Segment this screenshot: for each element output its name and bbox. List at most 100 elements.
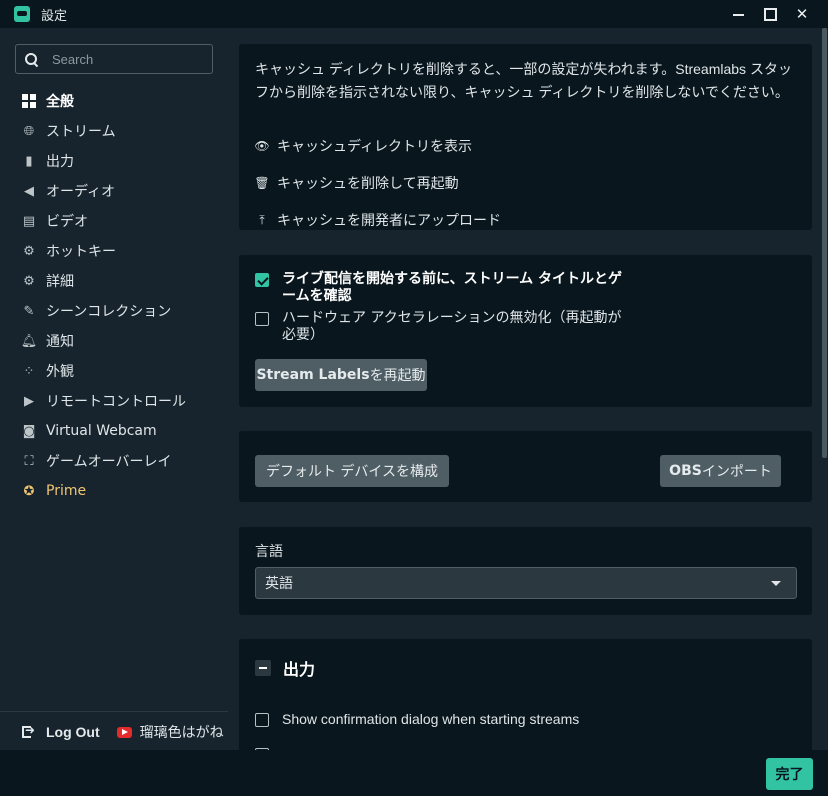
language-card: 言語 英語 xyxy=(239,527,812,615)
sidebar-item-label: 通知 xyxy=(46,334,74,350)
stream-options-card: ライブ配信を開始する前に、ストリーム タイトルとゲームを確認 ハードウェア アク… xyxy=(239,255,812,407)
sidebar-item-virtual-webcam[interactable]: ◙ Virtual Webcam xyxy=(0,416,228,446)
configure-default-devices-button[interactable]: デフォルト デバイスを構成 xyxy=(255,455,449,487)
logout-icon xyxy=(22,723,36,738)
sidebar-item-scene-collections[interactable]: ✎ シーンコレクション xyxy=(0,296,228,326)
play-circle-icon: ▶ xyxy=(24,393,34,409)
sidebar-item-label: オーディオ xyxy=(46,184,116,200)
sidebar-item-video[interactable]: ▤ ビデオ xyxy=(0,206,228,236)
obs-import-button[interactable]: OBS インポート xyxy=(660,455,781,487)
gears-icon: ⚙ xyxy=(23,273,35,289)
sidebar-item-label: 外観 xyxy=(46,364,74,380)
sidebar-item-hotkeys[interactable]: ⚙ ホットキー xyxy=(0,236,228,266)
film-icon: ▤ xyxy=(22,213,36,229)
language-select[interactable]: 英語 xyxy=(255,567,797,599)
collection-icon: ✎ xyxy=(23,303,35,319)
disable-hw-accel-checkbox[interactable] xyxy=(255,312,269,326)
sidebar-item-label: ビデオ xyxy=(46,214,88,230)
sidebar-item-label: 詳細 xyxy=(46,274,74,290)
collapse-icon xyxy=(255,660,271,676)
obs-import-prefix: OBS xyxy=(669,463,702,479)
trash-icon: 🗑︎ xyxy=(254,176,270,190)
sidebar-item-stream[interactable]: 🌐︎ ストリーム xyxy=(0,116,228,146)
language-label: 言語 xyxy=(255,544,283,560)
sidebar-footer: Log Out 瑠璃色はがね xyxy=(0,711,228,752)
upload-cache-label: キャッシュを開発者にアップロード xyxy=(277,213,501,229)
sidebar-item-label: リモートコントロール xyxy=(46,394,186,410)
sidebar-item-appearance[interactable]: ⁘ 外観 xyxy=(0,356,228,386)
maximize-button[interactable] xyxy=(754,0,786,28)
bell-icon: 🔔︎ xyxy=(20,333,38,349)
sidebar-item-label: ホットキー xyxy=(46,244,116,260)
content-scrollbar[interactable] xyxy=(821,28,828,750)
show-cache-dir-link[interactable]: 👁︎ キャッシュディレクトリを表示 xyxy=(254,136,473,156)
youtube-icon xyxy=(116,726,132,738)
sidebar-item-prime[interactable]: ✪ Prime xyxy=(0,476,228,506)
confirm-title-checkbox[interactable] xyxy=(255,273,269,287)
sidebar-item-game-overlay[interactable]: ⛶ ゲームオーバーレイ xyxy=(0,446,228,476)
upload-icon: ⤒ xyxy=(259,212,265,227)
disable-hw-accel-label: ハードウェア アクセラレーションの無効化（再起動が必要） xyxy=(282,310,622,343)
language-select-value: 英語 xyxy=(265,576,293,592)
obs-import-suffix: インポート xyxy=(701,464,772,480)
show-cache-dir-label: キャッシュディレクトリを表示 xyxy=(277,139,473,155)
sidebar-item-general[interactable]: 全般 xyxy=(0,86,228,116)
scrollbar-thumb[interactable] xyxy=(822,28,827,458)
prime-star-icon: ✪ xyxy=(23,483,35,499)
grid-icon xyxy=(22,94,36,108)
restart-stream-labels-button[interactable]: Stream Labels を再起動 xyxy=(255,359,427,391)
sidebar-item-audio[interactable]: ◀ オーディオ xyxy=(0,176,228,206)
sidebar-item-label: シーンコレクション xyxy=(46,304,172,320)
chevron-down-icon xyxy=(771,581,781,586)
upload-cache-link[interactable]: ⤒ キャッシュを開発者にアップロード xyxy=(255,210,501,230)
search-input[interactable] xyxy=(50,50,204,68)
sidebar-item-label: Prime xyxy=(46,483,87,499)
search-icon xyxy=(25,53,37,65)
confirm-title-checkbox-row[interactable]: ライブ配信を開始する前に、ストリーム タイトルとゲームを確認 xyxy=(255,271,627,305)
appearance-icon: ⁘ xyxy=(23,363,35,379)
disable-hw-accel-checkbox-row[interactable]: ハードウェア アクセラレーションの無効化（再起動が必要） xyxy=(255,310,627,344)
close-button[interactable]: ✕ xyxy=(786,0,818,28)
expand-icon: ⛶ xyxy=(24,453,34,469)
settings-content: キャッシュ ディレクトリを削除すると、一部の設定が失われます。Streamlab… xyxy=(228,28,828,750)
eye-icon: 👁︎ xyxy=(254,139,270,153)
gear-icon: ⚙ xyxy=(23,243,35,259)
restart-stream-labels-suffix: を再起動 xyxy=(369,368,426,384)
sidebar-item-notifications[interactable]: 🔔︎ 通知 xyxy=(0,326,228,356)
sidebar-item-output[interactable]: ▮ 出力 xyxy=(0,146,228,176)
restart-stream-labels-prefix: Stream Labels xyxy=(256,367,370,383)
delete-cache-restart-link[interactable]: 🗑︎ キャッシュを削除して再起動 xyxy=(254,173,459,193)
logout-button[interactable]: Log Out xyxy=(22,723,100,740)
confirm-title-label: ライブ配信を開始する前に、ストリーム タイトルとゲームを確認 xyxy=(282,271,623,304)
sidebar-item-remote-control[interactable]: ▶ リモートコントロール xyxy=(0,386,228,416)
minimize-button[interactable] xyxy=(722,0,754,28)
window-controls: ✕ xyxy=(722,0,818,28)
title-bar: 設定 ✕ xyxy=(0,0,828,28)
confirm-start-dialog-checkbox-row[interactable]: Show confirmation dialog when starting s… xyxy=(255,711,682,728)
cache-description: キャッシュ ディレクトリを削除すると、一部の設定が失われます。Streamlab… xyxy=(255,61,792,100)
logout-label: Log Out xyxy=(46,724,100,740)
sidebar-item-advanced[interactable]: ⚙ 詳細 xyxy=(0,266,228,296)
delete-cache-restart-label: キャッシュを削除して再起動 xyxy=(277,176,459,192)
sidebar-item-label: ストリーム xyxy=(46,124,116,140)
globe-icon: 🌐︎ xyxy=(23,123,35,139)
confirm-start-dialog-label: Show confirmation dialog when starting s… xyxy=(282,711,580,727)
settings-sidebar: 全般 🌐︎ ストリーム ▮ 出力 ◀ オーディオ ▤ ビデオ ⚙ ホットキー ⚙… xyxy=(0,28,228,750)
output-section-header[interactable]: 出力 xyxy=(255,656,315,680)
output-section-card: 出力 Show confirmation dialog when startin… xyxy=(239,639,812,750)
speaker-icon: ◀ xyxy=(24,183,34,199)
search-box[interactable] xyxy=(15,44,213,74)
maximize-icon xyxy=(763,7,777,21)
camera-icon: ◙ xyxy=(22,423,36,439)
settings-nav: 全般 🌐︎ ストリーム ▮ 出力 ◀ オーディオ ▤ ビデオ ⚙ ホットキー ⚙… xyxy=(0,86,228,506)
minimize-icon xyxy=(732,14,744,16)
sidebar-item-label: 出力 xyxy=(46,154,74,170)
sidebar-item-label: ゲームオーバーレイ xyxy=(46,454,172,470)
confirm-start-dialog-checkbox[interactable] xyxy=(255,713,269,727)
streamlabs-logo-icon xyxy=(14,6,30,22)
devices-card: デフォルト デバイスを構成 OBS インポート xyxy=(239,431,812,502)
close-icon: ✕ xyxy=(795,5,809,23)
account-name: 瑠璃色はがね xyxy=(139,725,224,741)
sidebar-item-label: 全般 xyxy=(46,94,74,110)
done-button[interactable]: 完了 xyxy=(766,758,813,790)
